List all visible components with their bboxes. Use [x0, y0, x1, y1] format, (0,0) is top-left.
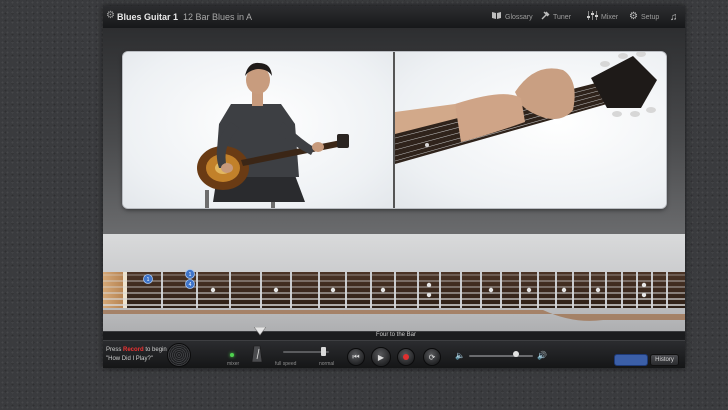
- record-hint-line1: Press Record to begin: [106, 347, 167, 353]
- instructor-illustration: [197, 62, 349, 208]
- fretboard-diagram: 1 1 4: [103, 269, 685, 321]
- video-stage: [103, 28, 685, 234]
- hint-prefix: Press: [106, 347, 122, 353]
- speed-slider-thumb[interactable]: [321, 347, 326, 356]
- finger-dot-label: 1: [147, 277, 150, 283]
- volume-slider[interactable]: [469, 355, 533, 357]
- lesson-title: 12 Bar Blues in A: [183, 12, 253, 22]
- history-button[interactable]: History: [650, 354, 679, 366]
- normal-speed-label: normal: [319, 361, 335, 367]
- mode-label: mixer: [227, 361, 240, 367]
- record-icon: [403, 354, 409, 360]
- metronome-icon[interactable]: [251, 345, 263, 363]
- closeup-video-pane: [395, 52, 666, 208]
- glossary-button[interactable]: Glossary: [491, 11, 533, 23]
- play-button[interactable]: ▶: [371, 347, 391, 367]
- hint-record-word: Record: [123, 347, 144, 353]
- record-button[interactable]: [397, 348, 415, 366]
- finger-dot-label: 4: [189, 282, 192, 288]
- rewind-button[interactable]: ⏮: [347, 348, 365, 366]
- volume-slider-thumb[interactable]: [513, 351, 519, 357]
- record-hint-line2: "How Did I Play?": [106, 356, 153, 362]
- loop-icon: ⟳: [428, 352, 436, 362]
- fretboard-area: 1 1 4: [103, 234, 685, 344]
- title-bar: ⚙ Blues Guitar 1 12 Bar Blues in A Gloss…: [103, 6, 685, 29]
- active-mode-pill[interactable]: [614, 354, 648, 366]
- finger-dot-label: 1: [189, 272, 192, 278]
- lesson-window: ⚙ Blues Guitar 1 12 Bar Blues in A Gloss…: [103, 6, 685, 368]
- volume-high-icon: 🔊: [537, 351, 547, 360]
- music-note-icon[interactable]: ♫: [670, 11, 678, 23]
- loop-button[interactable]: ⟳: [423, 348, 441, 366]
- gear-icon[interactable]: ⚙: [106, 11, 116, 21]
- playhead-marker-icon[interactable]: [254, 327, 266, 336]
- play-icon: ▶: [377, 352, 385, 362]
- setup-label: Setup: [640, 13, 660, 21]
- volume-low-icon: 🔈: [455, 351, 465, 360]
- fretting-hand-illustration: [395, 52, 657, 164]
- full-speed-label: full speed: [275, 361, 297, 367]
- book-icon: [491, 11, 502, 23]
- hint-suffix: to begin: [145, 347, 167, 353]
- tuner-label: Tuner: [553, 13, 572, 21]
- tuner-button[interactable]: Tuner: [540, 11, 571, 23]
- glossary-label: Glossary: [505, 13, 533, 21]
- control-bar: Press Record to begin "How Did I Play?" …: [103, 340, 685, 368]
- tuning-fork-icon: [540, 11, 550, 24]
- mixer-label: Mixer: [601, 13, 619, 21]
- mixer-button[interactable]: Mixer: [587, 11, 618, 23]
- video-frame: [123, 52, 666, 208]
- section-label[interactable]: Four to the Bar: [376, 332, 416, 338]
- instructor-video-pane: [123, 52, 393, 208]
- mixer-icon: [587, 11, 598, 23]
- app-title: Blues Guitar 1: [117, 12, 179, 22]
- mode-led: [230, 353, 234, 357]
- gear-icon: ⚙: [629, 11, 638, 22]
- speaker-grille-icon: [167, 343, 191, 367]
- skip-back-icon: ⏮: [352, 352, 360, 361]
- setup-button[interactable]: ⚙ Setup: [629, 11, 659, 23]
